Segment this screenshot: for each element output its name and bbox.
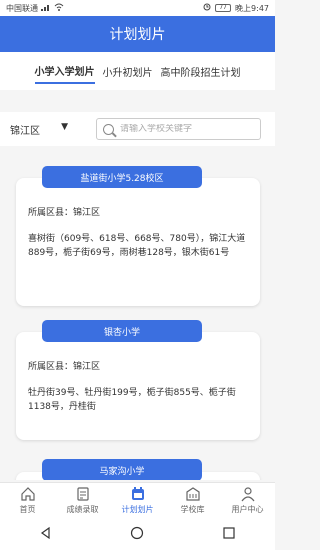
recent-apps-icon[interactable] xyxy=(222,525,236,544)
school-name-badge: 盐道街小学5.28校区 xyxy=(42,166,202,188)
nav-item-home[interactable]: 首页 xyxy=(0,483,55,518)
tab-primary-admission[interactable]: 小学入学划片 xyxy=(34,59,95,84)
alarm-icon xyxy=(203,3,211,13)
nav-item-user-center[interactable]: 用户中心 xyxy=(220,483,275,518)
signal-icon xyxy=(41,3,51,13)
status-bar: 中国联通 77 晚上9:47 xyxy=(0,0,275,16)
school-name-badge: 马家沟小学 xyxy=(42,459,202,480)
nav-item-scores[interactable]: 成绩录取 xyxy=(55,483,110,518)
home-icon xyxy=(20,486,36,502)
tab-high-school-plan[interactable]: 高中阶段招生计划 xyxy=(161,60,241,83)
tab-middle-school[interactable]: 小升初划片 xyxy=(103,60,153,83)
tab-bar: 小学入学划片 小升初划片 高中阶段招生计划 xyxy=(0,52,275,90)
calendar-icon xyxy=(130,486,146,502)
app-header: 计划划片 xyxy=(0,16,275,52)
search-box[interactable] xyxy=(96,118,261,140)
district-value: 锦江区 xyxy=(10,125,40,137)
bottom-nav: 首页 成绩录取 计划划片 学校库 用户中心 xyxy=(0,482,275,518)
caret-down-icon: ▼ xyxy=(61,121,68,132)
nav-item-plan[interactable]: 计划划片 xyxy=(110,483,165,518)
card-area: 牡丹街39号、牡丹街199号，栀子街855号、栀子街1138号，丹桂街 xyxy=(28,388,236,412)
school-list: 所属区县：锦江区 喜树街（609号、618号、668号、780号），锦江大道88… xyxy=(0,150,275,480)
nav-item-schools[interactable]: 学校库 xyxy=(165,483,220,518)
search-icon xyxy=(103,123,114,135)
nav-label: 学校库 xyxy=(180,505,205,514)
document-icon xyxy=(75,486,91,502)
nav-label: 首页 xyxy=(19,505,36,514)
clock: 晚上9:47 xyxy=(235,3,269,13)
status-right: 77 晚上9:47 xyxy=(203,3,269,14)
nav-label: 计划划片 xyxy=(121,505,154,514)
card-area: 喜树街（609号、618号、668号、780号），锦江大道889号，栀子街69号… xyxy=(28,234,246,258)
filter-bar: 锦江区 ▼ xyxy=(0,112,275,146)
card-body: 所属区县：锦江区 牡丹街39号、牡丹街199号，栀子街855号、栀子街1138号… xyxy=(16,332,260,424)
card-district: 所属区县：锦江区 xyxy=(28,362,101,372)
school-card[interactable]: 所属区县：锦江区 牡丹街39号、牡丹街199号，栀子街855号、栀子街1138号… xyxy=(16,332,260,440)
battery-icon: 77 xyxy=(215,4,232,12)
user-icon xyxy=(240,486,256,502)
page-title: 计划划片 xyxy=(109,27,166,43)
carrier-label: 中国联通 xyxy=(6,3,38,13)
school-card[interactable]: 所属区县：锦江区 喜树街（609号、618号、668号、780号），锦江大道88… xyxy=(16,178,260,306)
card-body: 所属区县：锦江区 喜树街（609号、618号、668号、780号），锦江大道88… xyxy=(16,178,260,270)
nav-label: 用户中心 xyxy=(231,505,264,514)
district-select[interactable]: 锦江区 ▼ xyxy=(10,122,76,137)
wifi-icon xyxy=(54,3,64,13)
building-icon xyxy=(185,486,201,502)
school-name-badge: 银杏小学 xyxy=(42,320,202,342)
search-input[interactable] xyxy=(120,124,250,134)
back-icon[interactable] xyxy=(39,525,53,544)
card-district: 所属区县：锦江区 xyxy=(28,208,101,218)
system-nav-bar xyxy=(0,518,275,550)
nav-label: 成绩录取 xyxy=(66,505,99,514)
home-circle-icon[interactable] xyxy=(130,525,144,544)
status-left: 中国联通 xyxy=(6,3,64,14)
